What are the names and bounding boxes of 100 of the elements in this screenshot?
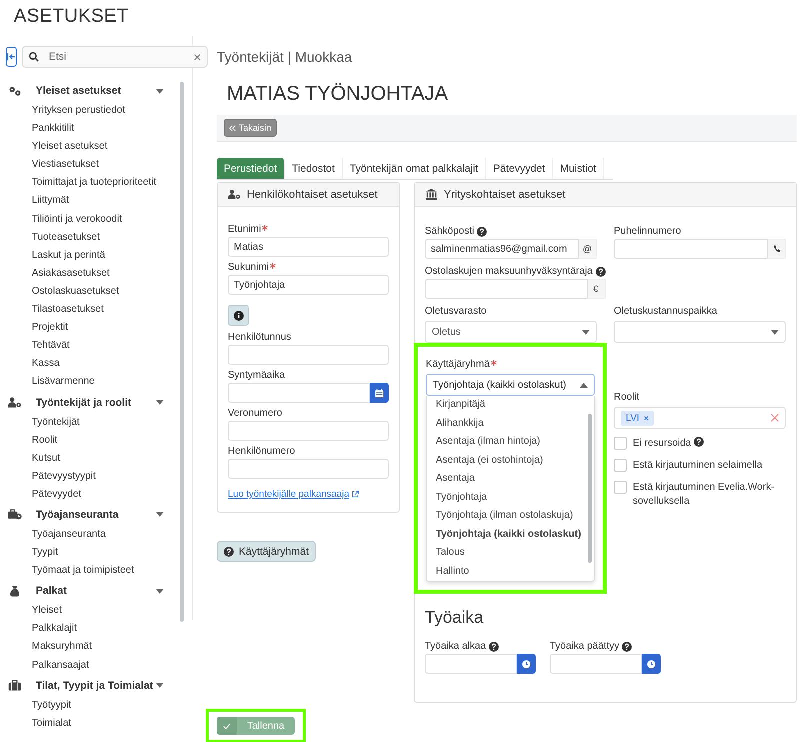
input-field[interactable]: salminenmatias96@gmail.com: [425, 239, 579, 259]
nav-item[interactable]: Roolit: [6, 432, 176, 450]
nav-section-header[interactable]: Tilat, Tyypit ja Toimialat: [6, 674, 176, 697]
input-field[interactable]: [550, 654, 642, 674]
input-field[interactable]: [228, 345, 389, 365]
nav-item[interactable]: Tiliöinti ja verokoodit: [6, 210, 176, 229]
nav-item[interactable]: Asiakasasetukset: [6, 264, 176, 283]
help-icon: [224, 546, 234, 556]
nav-item[interactable]: Tyypit: [6, 544, 176, 562]
input-field[interactable]: [228, 383, 370, 403]
role-tag[interactable]: LVI: [621, 410, 654, 426]
input-field[interactable]: [228, 421, 389, 441]
nav-item[interactable]: Ostolaskuasetukset: [6, 282, 176, 302]
scrollbar[interactable]: [588, 414, 592, 563]
nav-item[interactable]: Yleiset: [6, 602, 176, 620]
field-label: Ostolaskujen maksuunhyväksyntäraja: [425, 266, 593, 277]
dropdown-option[interactable]: Työnjohtaja: [427, 488, 588, 507]
dropdown-option[interactable]: Asentaja (ei ostohintoja): [427, 452, 588, 470]
field-label: Työaika alkaa: [425, 641, 486, 652]
search-input[interactable]: Etsi: [49, 51, 184, 63]
caret-icon: [582, 330, 590, 334]
nav-item[interactable]: Työtyypit: [6, 696, 176, 715]
cost-center-select[interactable]: [614, 321, 786, 343]
dropdown-option[interactable]: Asentaja (ilman hintoja): [427, 433, 588, 452]
info-button[interactable]: [228, 305, 249, 326]
nav-item[interactable]: Pätevyydet: [6, 486, 176, 504]
dropdown-option[interactable]: Työnjohtaja (ilman ostolaskuja): [427, 507, 588, 526]
clock-button[interactable]: [517, 654, 536, 674]
nav-item[interactable]: Viestiasetukset: [6, 156, 176, 174]
checkbox[interactable]: [614, 459, 627, 472]
briefcase-clock-icon: [8, 509, 22, 520]
nav-section-header[interactable]: Työajanseuranta: [6, 504, 176, 526]
input-field[interactable]: [425, 279, 588, 299]
clear-icon[interactable]: [771, 414, 779, 422]
tab[interactable]: Perustiedot: [217, 158, 286, 179]
nav-item[interactable]: Tuoteasetukset: [6, 228, 176, 247]
nav-item[interactable]: Tehtävät: [6, 337, 176, 356]
dropdown-option[interactable]: Alihankkija: [427, 414, 588, 433]
dropdown-option[interactable]: Hallinto: [427, 562, 588, 581]
dropdown-option[interactable]: Talous: [427, 544, 588, 562]
user-group-select[interactable]: Työnjohtaja (kaikki ostolaskut): [426, 374, 595, 396]
nav-item[interactable]: Tilastoasetukset: [6, 301, 176, 320]
suitcase-icon: [8, 680, 22, 692]
nav-section-header[interactable]: Työntekijät ja roolit: [6, 392, 176, 414]
nav-item[interactable]: Kassa: [6, 355, 176, 374]
nav-item[interactable]: Pätevyystyypit: [6, 468, 176, 486]
roles-field[interactable]: LVI: [614, 407, 786, 429]
nav-item[interactable]: Työntekijät: [6, 414, 176, 432]
scrollbar[interactable]: [180, 82, 184, 622]
nav-item[interactable]: Pankkitilit: [6, 120, 176, 138]
nav-item[interactable]: Työmaat ja toimipisteet: [6, 562, 176, 580]
bank-icon: [425, 189, 438, 200]
breadcrumb: Työntekijät | Muokkaa: [217, 48, 354, 67]
employee-name-heading: MATIAS TYÖNJOHTAJA: [227, 82, 450, 107]
create-payee-link[interactable]: Luo työntekijälle palkansaaja: [228, 489, 360, 500]
dropdown-option[interactable]: Asentaja: [427, 470, 588, 488]
clock-button[interactable]: [642, 654, 661, 674]
nav-item[interactable]: Toimittajat ja tuoteprioriteetit: [6, 174, 176, 192]
clear-icon[interactable]: [194, 54, 201, 60]
user-groups-button[interactable]: Käyttäjäryhmät: [217, 541, 316, 562]
field-label: Henkilötunnus: [228, 332, 292, 343]
nav-item[interactable]: Lisävarmenne: [6, 373, 176, 392]
collapse-sidebar-button[interactable]: [6, 47, 17, 67]
input-field[interactable]: [425, 654, 517, 674]
calendar-icon: [375, 388, 384, 398]
input-field[interactable]: Työnjohtaja: [228, 275, 389, 295]
dropdown-option[interactable]: Työnjohtaja (kaikki ostolaskut): [427, 526, 588, 544]
external-link-icon: [352, 491, 360, 498]
nav-item[interactable]: Palkansaajat: [6, 656, 176, 675]
checkbox-label: Ei resursoida: [633, 437, 692, 451]
nav-item[interactable]: Yleiset asetukset: [6, 138, 176, 156]
input-field[interactable]: Matias: [228, 237, 389, 257]
nav-item[interactable]: Palkkalajit: [6, 620, 176, 638]
nav-item[interactable]: Työajanseuranta: [6, 526, 176, 544]
search-field[interactable]: Etsi: [22, 46, 208, 68]
field-label: Oletusvarasto: [425, 306, 487, 317]
section-title: Tilat, Tyypit ja Toimialat: [36, 680, 154, 692]
checkbox-label: Estä kirjautuminen selaimella: [633, 459, 763, 473]
nav-item[interactable]: Liittymät: [6, 192, 176, 211]
nav-section-header[interactable]: Yleiset asetukset: [6, 80, 176, 102]
checkbox[interactable]: [614, 481, 627, 494]
input-field[interactable]: [228, 459, 389, 479]
nav-item[interactable]: Yrityksen perustiedot: [6, 102, 176, 120]
double-chevron-icon: [229, 124, 236, 132]
checkbox[interactable]: [614, 437, 627, 450]
nav-section-header[interactable]: Palkat: [6, 580, 176, 602]
input-field[interactable]: [614, 239, 768, 259]
nav-item[interactable]: Projektit: [6, 319, 176, 338]
nav-item[interactable]: Laskut ja perintä: [6, 246, 176, 265]
collapse-icon: [7, 53, 16, 61]
dropdown-option[interactable]: Kirjanpitäjä: [427, 396, 588, 414]
nav-item[interactable]: Toimialat: [6, 714, 176, 733]
panel-title: Henkilökohtaiset asetukset: [247, 188, 378, 200]
calendar-button[interactable]: [370, 383, 389, 403]
section-title: Yleiset asetukset: [36, 85, 122, 97]
warehouse-select[interactable]: Oletus: [425, 321, 597, 343]
info-icon: [234, 310, 244, 320]
nav-item[interactable]: Kutsut: [6, 450, 176, 468]
phone-icon: [772, 245, 780, 253]
nav-item[interactable]: Maksuryhmät: [6, 638, 176, 657]
